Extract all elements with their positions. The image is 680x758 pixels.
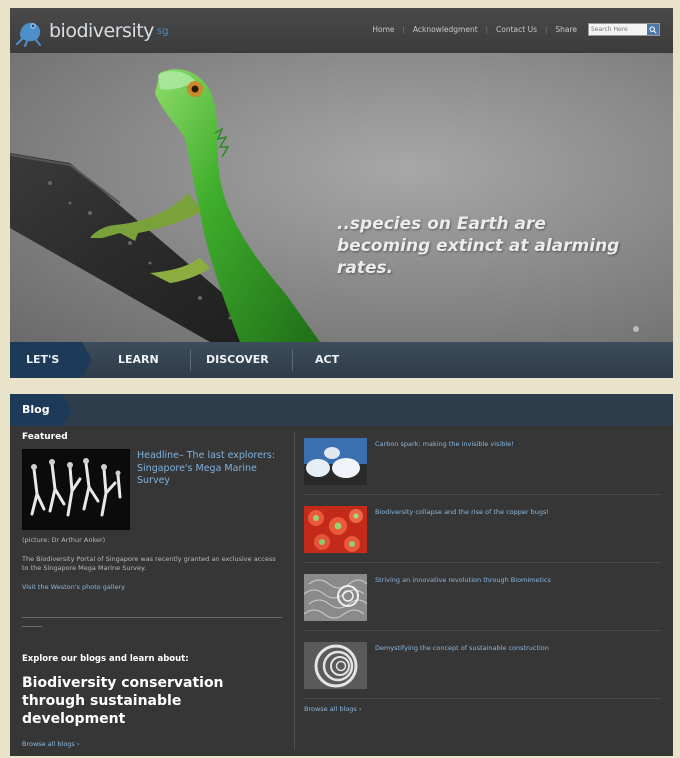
nav-lets[interactable]: LET'S (10, 342, 92, 378)
post-title-link[interactable]: Biodiversity collapse and the rise of th… (375, 508, 645, 517)
search-input[interactable] (589, 24, 647, 35)
photo-gallery-link[interactable]: Visit the Weston's photo gallery (22, 583, 125, 591)
featured-headline-link[interactable]: Headline– The last explorers: Singapore'… (137, 450, 287, 488)
blog-post-item[interactable]: Biodiversity collapse and the rise of th… (304, 506, 664, 566)
blog-post-item[interactable]: Demystifying the concept of sustainable … (304, 642, 664, 702)
nav-divider (292, 349, 293, 371)
slider-dot[interactable] (643, 326, 649, 332)
texture-image (304, 574, 367, 621)
nav-act[interactable]: ACT (315, 342, 339, 378)
nav-divider (190, 349, 191, 371)
page-frame: biodiversity sg Home | Acknowledgment | … (10, 8, 673, 756)
topnav-contact-link[interactable]: Contact Us (488, 25, 545, 34)
blog-section-header: Blog (10, 394, 673, 426)
logo-suffix: sg (156, 25, 169, 37)
slider-dot[interactable] (633, 326, 639, 332)
post-title-link[interactable]: Carbon spark: making the invisible visib… (375, 440, 645, 449)
topnav-share-link[interactable]: Share (547, 25, 585, 34)
featured-credit: (picture: Dr Arthur Anker) (22, 536, 106, 544)
featured-thumbnail[interactable] (22, 449, 130, 530)
slider-pagination (633, 326, 649, 332)
browse-all-blogs-link[interactable]: Browse all blogs › (22, 740, 79, 748)
blog-tab[interactable]: Blog (10, 394, 72, 426)
nav-discover[interactable]: DISCOVER (206, 342, 269, 378)
post-title-link[interactable]: Striving an innovative revolution throug… (375, 576, 645, 585)
section-separator (10, 378, 673, 394)
blog-section: Featured Headline– The last explorers: S… (10, 426, 673, 756)
explore-label: Explore our blogs and learn about: (22, 654, 189, 664)
clouds-image (304, 438, 367, 485)
blog-post-item[interactable]: Carbon spark: making the invisible visib… (304, 438, 664, 498)
post-thumbnail[interactable] (304, 506, 367, 553)
post-thumbnail[interactable] (304, 438, 367, 485)
divider (304, 494, 662, 495)
site-header: biodiversity sg Home | Acknowledgment | … (10, 8, 673, 53)
post-thumbnail[interactable] (304, 642, 367, 689)
divider (304, 698, 662, 699)
main-navigation: LET'S LEARN DISCOVER ACT (10, 342, 673, 378)
divider (22, 617, 282, 618)
browse-all-blogs-link[interactable]: Browse all blogs › (304, 705, 361, 713)
divider (22, 626, 42, 627)
divider (304, 630, 662, 631)
featured-description: The Biodiversity Portal of Singapore was… (22, 555, 276, 572)
post-thumbnail[interactable] (304, 574, 367, 621)
search-box (588, 23, 660, 36)
nav-lets-label: LET'S (26, 353, 60, 366)
top-navigation: Home | Acknowledgment | Contact Us | Sha… (364, 25, 585, 34)
explore-topic: Biodiversity conservation through sustai… (22, 675, 224, 727)
featured-image (30, 458, 122, 517)
divider (304, 562, 662, 563)
search-icon (649, 26, 657, 34)
hero-caption: ..species on Earth are becoming extinct … (337, 214, 620, 278)
nav-learn[interactable]: LEARN (118, 342, 159, 378)
spiral-image (304, 642, 367, 689)
post-title-link[interactable]: Demystifying the concept of sustainable … (375, 644, 645, 653)
topnav-acknowledgment-link[interactable]: Acknowledgment (405, 25, 486, 34)
logo-text: biodiversity (49, 20, 154, 42)
hero-banner[interactable]: ..species on Earth are becoming extinct … (10, 53, 673, 342)
search-button[interactable] (647, 24, 659, 35)
site-logo[interactable]: biodiversity sg (14, 14, 168, 48)
blog-post-item[interactable]: Striving an innovative revolution throug… (304, 574, 664, 634)
lizard-on-branch-image (10, 69, 320, 342)
featured-label: Featured (22, 432, 68, 442)
column-divider (294, 432, 295, 750)
topnav-home-link[interactable]: Home (364, 25, 402, 34)
red-cells-image (304, 506, 367, 553)
frog-logo-icon (15, 22, 42, 47)
